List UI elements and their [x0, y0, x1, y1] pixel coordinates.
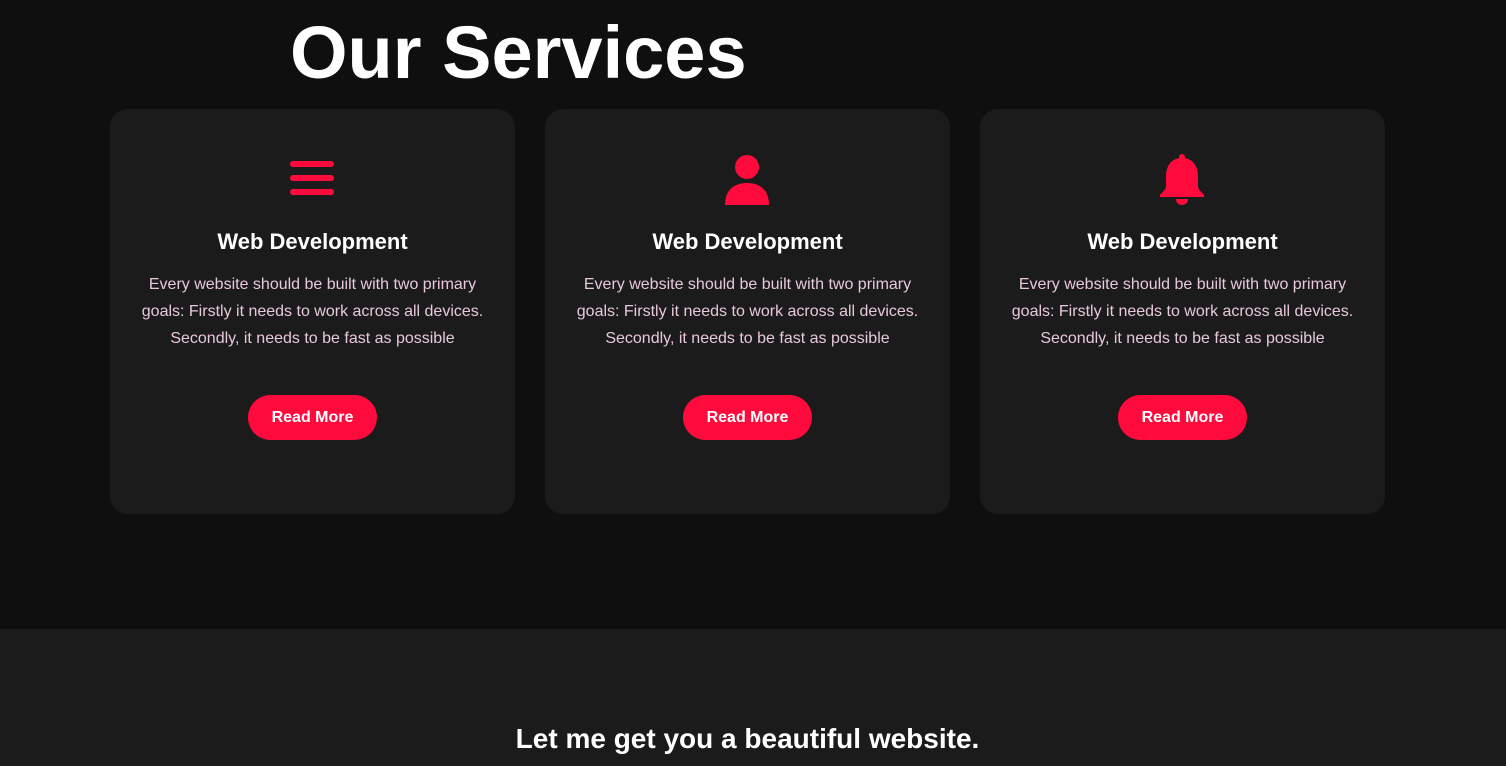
section-title: Our Services — [290, 11, 747, 94]
read-more-button[interactable]: Read More — [248, 395, 377, 440]
cta-section: Let me get you a beautiful website. — [0, 629, 1506, 766]
service-card-web-development-3: Web Development Every website should be … — [980, 109, 1385, 514]
card-title: Web Development — [652, 229, 843, 254]
card-description: Every website should be built with two p… — [576, 276, 919, 347]
read-more-button[interactable]: Read More — [683, 395, 812, 440]
services-section: Our Services Web Development Every websi… — [0, 0, 1506, 629]
menu-bars-icon — [287, 154, 337, 206]
bell-icon — [1157, 154, 1207, 206]
card-title: Web Development — [217, 229, 408, 254]
cta-heading: Let me get you a beautiful website. — [515, 723, 980, 754]
card-title: Web Development — [1087, 229, 1278, 254]
service-card-web-development-1: Web Development Every website should be … — [110, 109, 515, 514]
card-description: Every website should be built with two p… — [1011, 276, 1354, 347]
read-more-button[interactable]: Read More — [1118, 395, 1247, 440]
card-description: Every website should be built with two p… — [141, 276, 484, 347]
service-card-web-development-2: Web Development Every website should be … — [545, 109, 950, 514]
user-icon — [722, 154, 772, 206]
